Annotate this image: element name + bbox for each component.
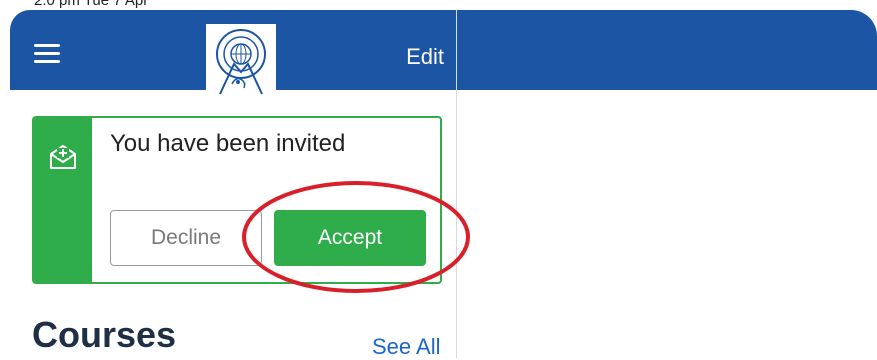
envelope-plus-icon: [50, 145, 76, 169]
detail-navigation-bar: [457, 10, 877, 90]
accept-button[interactable]: Accept: [274, 210, 426, 266]
invitation-card: You have been invited Decline Accept: [32, 116, 442, 284]
hamburger-menu-icon[interactable]: [34, 44, 60, 64]
invitation-title: You have been invited: [110, 130, 346, 157]
see-all-link[interactable]: See All: [372, 334, 441, 360]
courses-heading: Courses: [32, 314, 177, 355]
status-time: 2:0 pm Tue 7 Apr: [34, 0, 149, 9]
invitation-accent-strip: [34, 118, 92, 282]
navigation-bar: Edit: [10, 10, 456, 96]
edit-button[interactable]: Edit: [406, 44, 444, 70]
school-logo: [206, 24, 276, 96]
status-bar: 2:0 pm Tue 7 Apr: [0, 0, 877, 10]
sydney-distance-education-logo-icon: [206, 24, 276, 96]
decline-button[interactable]: Decline: [110, 210, 262, 266]
